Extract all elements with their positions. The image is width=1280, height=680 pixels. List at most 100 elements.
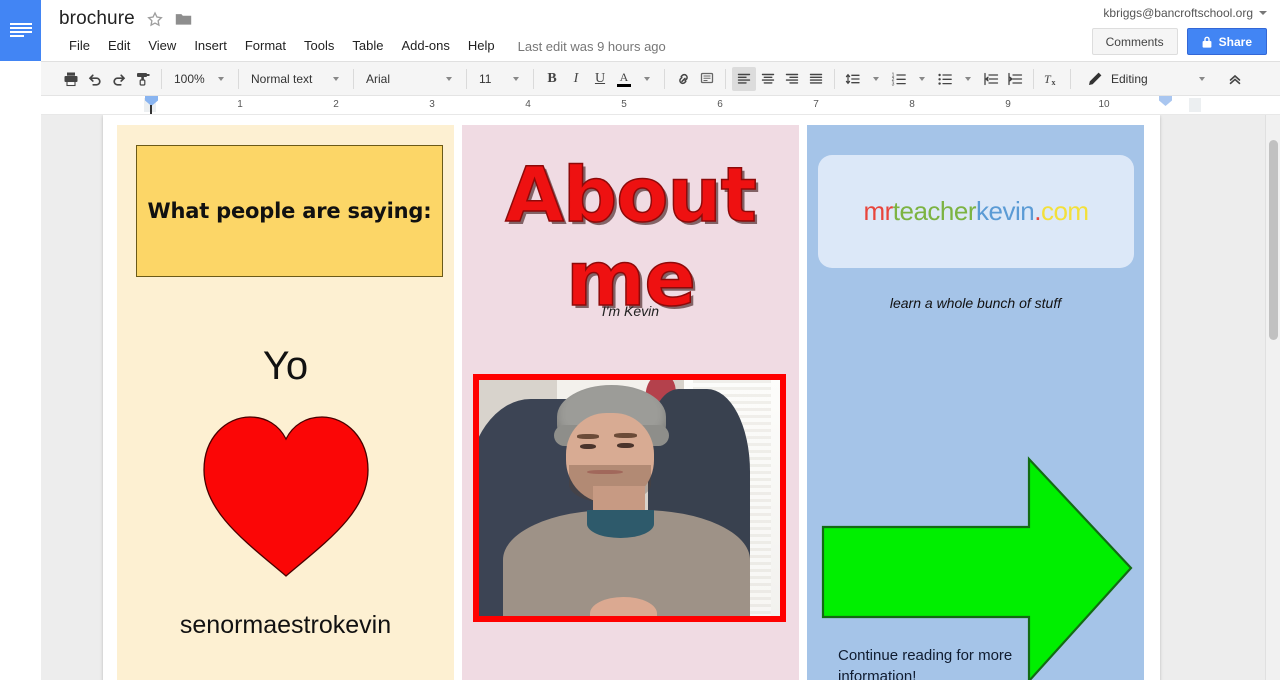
text-color-swatch [617,84,631,87]
last-edit-status[interactable]: Last edit was 9 hours ago [518,39,666,54]
menu-format[interactable]: Format [236,36,295,56]
share-button[interactable]: Share [1187,28,1267,55]
portrait-photo[interactable] [473,374,786,622]
text-color-button[interactable]: A [612,67,636,91]
column-website[interactable]: mrteacherkevin.com learn a whole bunch o… [807,125,1144,680]
formatting-toolbar: 100% Normal text Arial 11 B I U [41,61,1280,96]
about-me-heading: About me [462,153,799,321]
paragraph-style-dropdown[interactable]: Normal text [245,67,347,91]
editing-mode-dropdown[interactable]: Editing [1077,67,1213,91]
font-size-dropdown[interactable]: 11 [473,67,527,91]
align-center-icon[interactable] [756,67,780,91]
zoom-dropdown[interactable]: 100% [168,67,232,91]
numbered-list-icon[interactable]: 1 2 3 [887,67,911,91]
zoom-value: 100% [174,72,210,86]
menu-bar: File Edit View Insert Format Tools Table… [60,36,666,56]
docs-home-button[interactable] [0,0,41,61]
folder-icon[interactable] [175,10,193,28]
vertical-scrollbar-thumb[interactable] [1269,140,1278,340]
menu-add-ons[interactable]: Add-ons [392,36,458,56]
ruler-number: 10 [1098,99,1109,110]
align-right-icon[interactable] [780,67,804,91]
paint-format-icon[interactable] [131,67,155,91]
testimonials-heading-box[interactable]: What people are saying: [136,145,443,277]
document-canvas[interactable]: What people are saying: Yo senormaestrok… [41,115,1280,680]
menu-insert[interactable]: Insert [185,36,236,56]
document-page[interactable]: What people are saying: Yo senormaestrok… [103,115,1160,680]
align-left-icon[interactable] [732,67,756,91]
account-email: kbriggs@bancroftschool.org [1103,6,1253,20]
menu-help[interactable]: Help [459,36,504,56]
chevron-down-icon [873,77,879,81]
share-button-label: Share [1219,35,1252,49]
redo-icon[interactable] [107,67,131,91]
print-icon[interactable] [59,67,83,91]
google-docs-window: brochure File Edit View Insert Format To… [0,0,1280,680]
font-family-dropdown[interactable]: Arial [360,67,460,91]
url-part-kevin: kevin [976,196,1034,226]
column-about-me[interactable]: About me I'm Kevin [462,125,799,680]
header-bar: brochure File Edit View Insert Format To… [41,0,1280,61]
portrait-photo-image [479,380,780,616]
ruler-right-margin [1189,98,1201,112]
add-comment-icon[interactable] [695,67,719,91]
comments-button[interactable]: Comments [1092,28,1178,55]
chevron-down-icon [218,77,224,81]
bold-button[interactable]: B [540,67,564,91]
website-tagline: learn a whole bunch of stuff [807,295,1144,311]
heart-icon [117,408,454,578]
chevron-up-icon[interactable] [1223,67,1247,91]
chevron-down-icon [446,77,452,81]
ruler-track: 1 2 3 4 5 6 7 8 9 10 [144,96,1201,114]
underline-button[interactable]: U [588,67,612,91]
italic-button[interactable]: I [564,67,588,91]
text-color-label: A [620,71,629,83]
increase-indent-icon[interactable] [1003,67,1027,91]
ruler[interactable]: 1 2 3 4 5 6 7 8 9 10 [41,96,1280,115]
vertical-scrollbar[interactable] [1265,115,1280,680]
column-testimonials[interactable]: What people are saying: Yo senormaestrok… [117,125,454,680]
ruler-number: 2 [333,99,339,110]
handle-text: senormaestrokevin [117,610,454,640]
chevron-down-icon [1259,11,1267,15]
decrease-indent-icon[interactable] [979,67,1003,91]
ruler-number: 4 [525,99,531,110]
line-spacing-icon[interactable] [841,67,865,91]
yo-text: Yo [117,344,454,388]
website-url-text: mrteacherkevin.com [863,196,1088,227]
svg-text:x: x [1052,78,1056,87]
first-line-indent-marker[interactable] [150,105,152,114]
menu-tools[interactable]: Tools [295,36,343,56]
bulleted-list-icon[interactable] [933,67,957,91]
text-color-dropdown[interactable] [636,67,658,91]
chevron-down-icon [644,77,650,81]
ruler-number: 9 [1005,99,1011,110]
italic-label: I [574,71,579,87]
ruler-number: 6 [717,99,723,110]
undo-icon[interactable] [83,67,107,91]
link-icon[interactable] [671,67,695,91]
continue-reading-text: Continue reading for more information! [838,645,1048,680]
numbered-list-dropdown[interactable] [911,67,933,91]
star-icon[interactable] [146,10,164,28]
align-justify-icon[interactable] [804,67,828,91]
clear-formatting-icon[interactable]: T x [1040,67,1064,91]
url-part-teacher: teacher [893,196,976,226]
bold-label: B [547,71,556,87]
pencil-icon [1087,71,1103,87]
account-row[interactable]: kbriggs@bancroftschool.org [1103,6,1267,20]
document-title[interactable]: brochure [59,8,135,30]
website-url-box[interactable]: mrteacherkevin.com [818,155,1134,268]
menu-file[interactable]: File [60,36,99,56]
bulleted-list-dropdown[interactable] [957,67,979,91]
menu-view[interactable]: View [139,36,185,56]
paragraph-style-value: Normal text [251,72,325,86]
ruler-number: 8 [909,99,915,110]
line-spacing-dropdown[interactable] [865,67,887,91]
url-part-dot: . [1034,196,1041,226]
url-part-mr: mr [863,196,892,226]
title-row: brochure [59,8,193,30]
url-part-com: com [1041,196,1089,226]
menu-edit[interactable]: Edit [99,36,139,56]
menu-table[interactable]: Table [343,36,392,56]
